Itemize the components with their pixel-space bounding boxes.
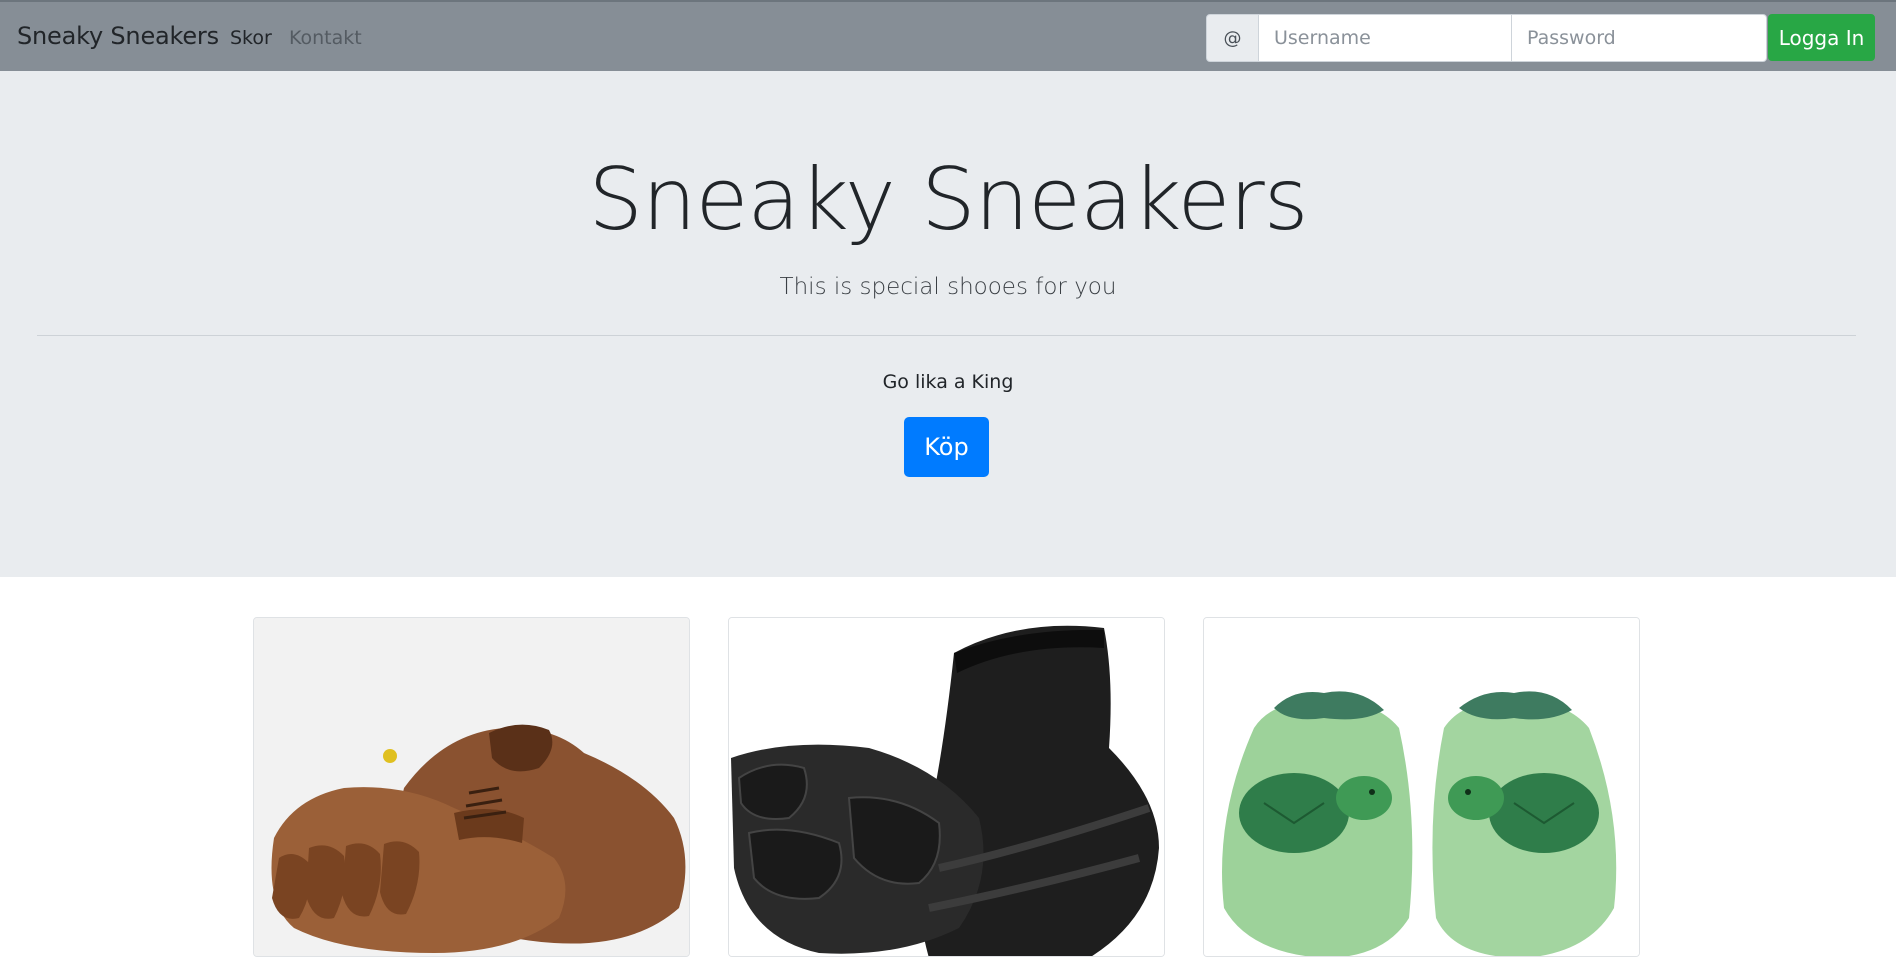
login-form: @ [1206,14,1767,62]
hero-title: Sneaky Sneakers [588,150,1308,250]
green-turtle-baby-shoes-image [1204,618,1639,956]
navbar: Sneaky Sneakers Skor Kontakt @ Logga In [0,0,1896,71]
login-button[interactable]: Logga In [1768,14,1875,61]
username-input[interactable] [1259,14,1512,62]
brown-toe-shoe-image [254,618,689,956]
hero-text: Go lika a King [882,371,1014,393]
hero-lead: This is special shooes for you [779,274,1117,300]
buy-button[interactable]: Köp [904,417,989,477]
hero-divider [37,335,1856,336]
product-card-2[interactable] [728,617,1165,957]
jumbotron: Sneaky Sneakers This is special shooes f… [0,71,1896,577]
black-toe-sock-shoe-image [729,618,1164,956]
product-card-1[interactable] [253,617,690,957]
at-prefix: @ [1206,14,1259,62]
password-input[interactable] [1512,14,1767,62]
navbar-brand[interactable]: Sneaky Sneakers [17,22,219,50]
nav-link-skor[interactable]: Skor [230,27,272,49]
product-card-3[interactable] [1203,617,1640,957]
nav-link-kontakt[interactable]: Kontakt [289,27,362,49]
